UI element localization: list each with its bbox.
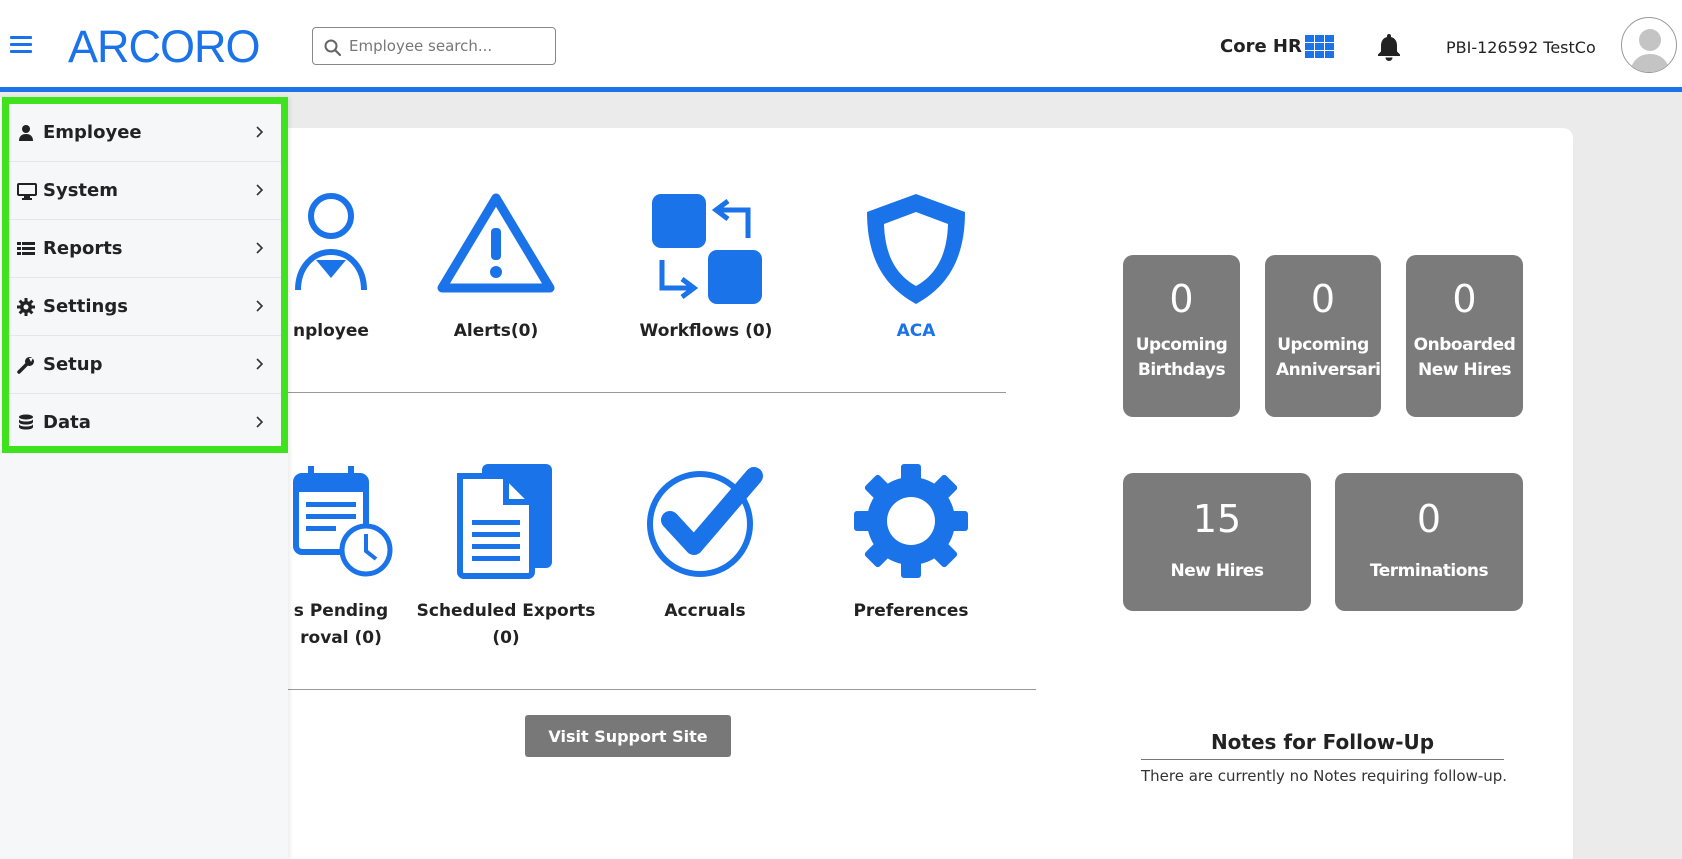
tile-label: Alerts(0) xyxy=(453,321,539,341)
tile-preferences[interactable]: Preferences xyxy=(836,462,986,625)
list-icon xyxy=(17,242,35,255)
tile-scheduled-exports[interactable]: Scheduled Exports (0) xyxy=(416,462,596,652)
chevron-right-icon xyxy=(256,416,264,428)
product-name: Core HR xyxy=(1220,36,1302,57)
sidebar-item-label: System xyxy=(43,180,118,201)
chevron-right-icon xyxy=(256,184,264,196)
stat-value: 15 xyxy=(1192,497,1242,541)
tile-alerts[interactable]: Alerts(0) xyxy=(426,190,566,345)
bell-icon[interactable] xyxy=(1376,32,1402,66)
stat-caption-line2: New Hires xyxy=(1418,360,1511,380)
sidebar: Employee System Reports Settings Setup D… xyxy=(0,97,288,859)
tile-aca[interactable]: ACA xyxy=(846,190,986,345)
divider xyxy=(286,392,1006,393)
stat-caption-line2: Birthdays xyxy=(1137,360,1226,380)
checkmark-icon xyxy=(647,467,763,577)
employee-search[interactable] xyxy=(312,27,556,65)
shield-icon xyxy=(867,194,965,304)
stat-caption-line1: Onboarded xyxy=(1413,335,1516,355)
sidebar-item-label: Settings xyxy=(43,296,128,317)
tile-label: ACA xyxy=(896,321,936,341)
visit-support-site-button[interactable]: Visit Support Site xyxy=(525,715,731,757)
stat-caption-line1: Terminations xyxy=(1369,561,1489,581)
tile-employee[interactable]: nployee xyxy=(276,190,386,345)
avatar[interactable] xyxy=(1621,17,1677,73)
stat-caption-line1: Upcoming xyxy=(1277,335,1369,355)
stat-caption-line2: Anniversaries xyxy=(1276,360,1381,380)
calendar-clock-icon xyxy=(293,466,393,577)
stat-new-hires[interactable]: 15 New Hires xyxy=(1123,473,1311,611)
sidebar-item-data[interactable]: Data xyxy=(9,394,281,452)
tile-label-line1: s Pending xyxy=(293,601,389,621)
database-icon xyxy=(19,414,33,430)
sidebar-item-label: Reports xyxy=(43,238,123,259)
workflow-icon xyxy=(652,194,762,304)
tile-label-line1: Accruals xyxy=(664,601,746,621)
sidebar-item-label: Data xyxy=(43,412,91,433)
document-icon xyxy=(457,464,552,579)
divider xyxy=(286,689,1036,690)
stat-caption-line1: New Hires xyxy=(1170,561,1264,581)
notes-text: There are currently no Notes requiring f… xyxy=(1141,767,1508,785)
sidebar-item-system[interactable]: System xyxy=(9,162,281,220)
employee-icon xyxy=(295,193,367,291)
arcoro-logo[interactable]: ARCORO xyxy=(68,22,261,72)
company-name[interactable]: PBI-126592 TestCo xyxy=(1446,38,1596,57)
sidebar-item-label: Setup xyxy=(43,354,103,375)
notes-divider xyxy=(1141,759,1504,760)
stat-onboarded-new-hires[interactable]: 0 Onboarded New Hires xyxy=(1406,255,1523,417)
stat-upcoming-anniversaries[interactable]: 0 Upcoming Anniversaries xyxy=(1265,255,1381,417)
stat-upcoming-birthdays[interactable]: 0 Upcoming Birthdays xyxy=(1123,255,1240,417)
stat-terminations[interactable]: 0 Terminations xyxy=(1335,473,1523,611)
search-icon xyxy=(324,39,341,56)
tile-accruals[interactable]: Accruals xyxy=(630,462,780,625)
stat-value: 0 xyxy=(1310,277,1336,321)
chevron-right-icon xyxy=(256,126,264,138)
sidebar-item-setup[interactable]: Setup xyxy=(9,336,281,394)
tile-label-line1: Scheduled Exports xyxy=(416,601,596,621)
chevron-right-icon xyxy=(256,358,264,370)
tile-workflows[interactable]: Workflows (0) xyxy=(626,190,786,345)
sidebar-item-settings[interactable]: Settings xyxy=(9,278,281,336)
warning-icon xyxy=(437,193,555,293)
hamburger-menu-icon[interactable] xyxy=(10,36,32,56)
sidebar-item-reports[interactable]: Reports xyxy=(9,220,281,278)
tile-pending-approval[interactable]: s Pending roval (0) xyxy=(266,462,416,652)
stat-value: 0 xyxy=(1169,277,1194,321)
app-grid-icon[interactable] xyxy=(1305,35,1334,60)
stat-caption-line1: Upcoming xyxy=(1135,335,1228,355)
chevron-right-icon xyxy=(256,300,264,312)
user-icon xyxy=(19,125,33,141)
tile-label-line1: Preferences xyxy=(853,601,969,621)
chevron-right-icon xyxy=(256,242,264,254)
monitor-icon xyxy=(17,183,37,200)
gear-icon xyxy=(17,298,35,316)
gear-icon xyxy=(854,464,968,578)
stat-value: 0 xyxy=(1416,497,1442,541)
tile-label: nployee xyxy=(293,321,369,341)
employee-search-input[interactable] xyxy=(349,34,549,58)
stat-value: 0 xyxy=(1452,277,1477,321)
tile-label-line2: roval (0) xyxy=(300,628,382,648)
sidebar-item-label: Employee xyxy=(43,122,142,143)
top-header: ARCORO Core HR PBI-126592 TestCo xyxy=(0,0,1682,92)
sidebar-item-employee[interactable]: Employee xyxy=(9,104,281,162)
wrench-icon xyxy=(17,357,34,374)
tile-label: Workflows (0) xyxy=(639,321,773,341)
notes-title: Notes for Follow-Up xyxy=(1210,730,1435,754)
tile-label-line2: (0) xyxy=(492,628,520,648)
